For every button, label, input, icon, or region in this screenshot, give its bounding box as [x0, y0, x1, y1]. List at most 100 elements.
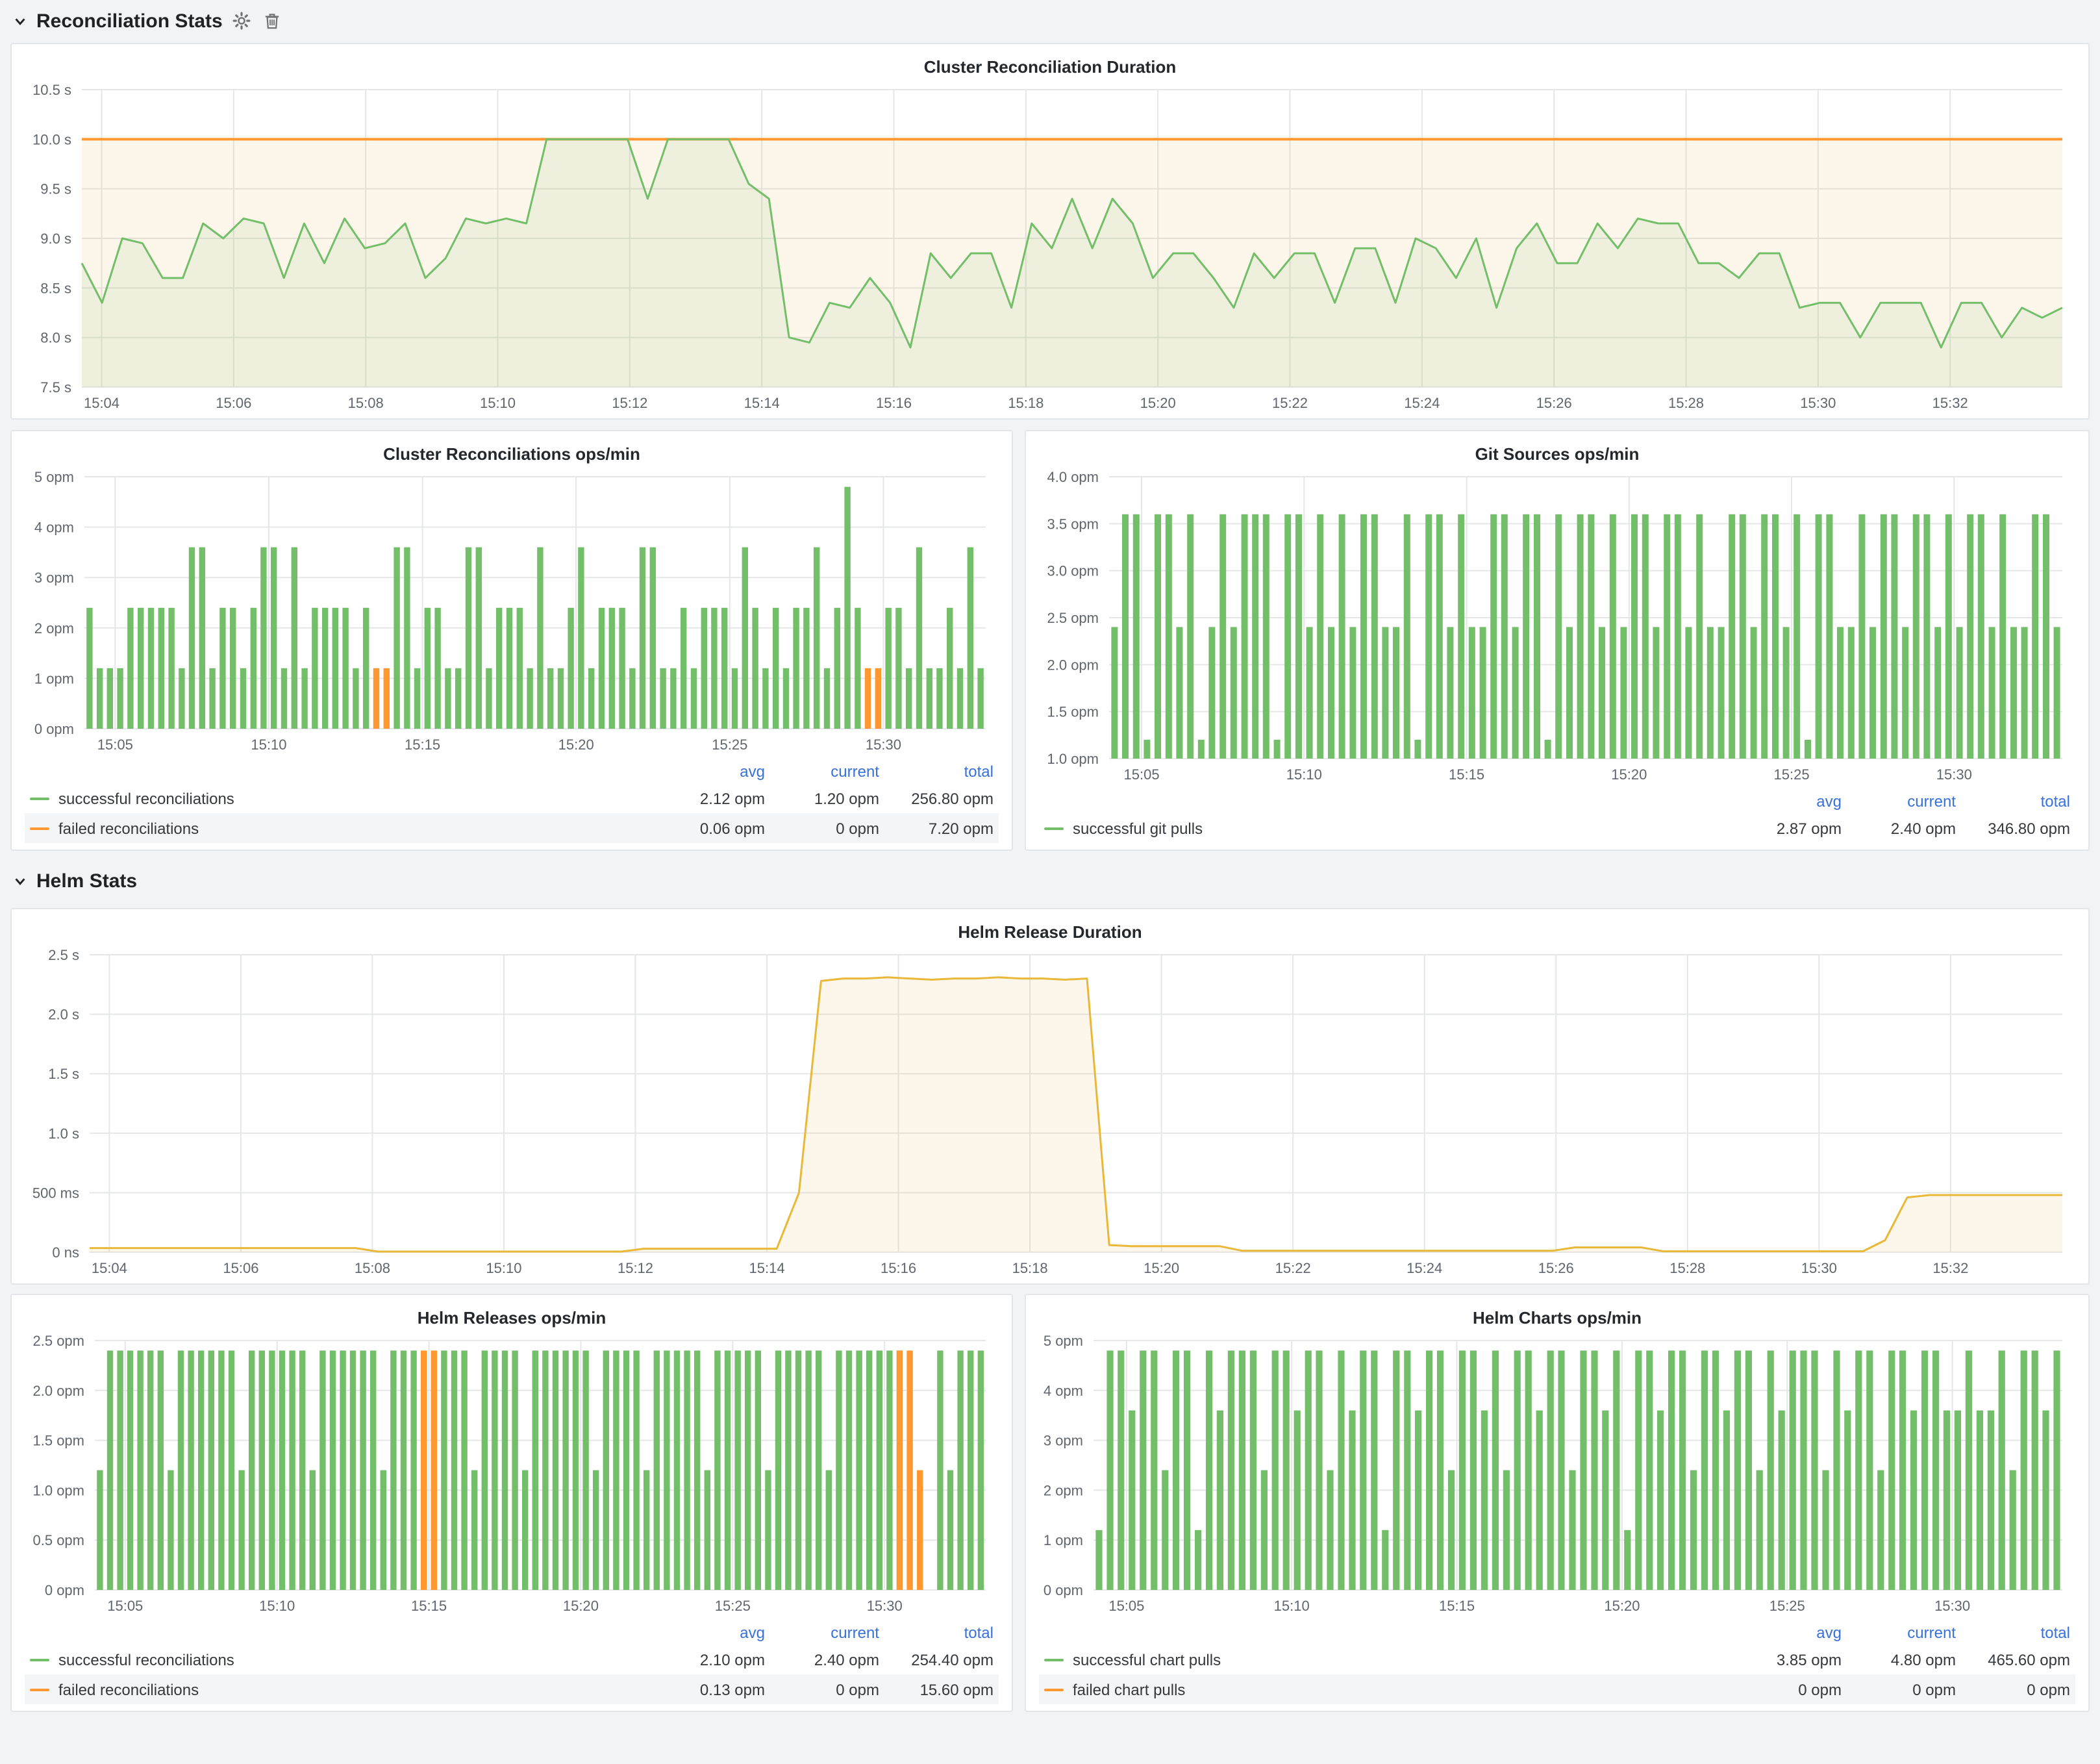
legend-label[interactable]: failed reconciliations	[30, 1680, 651, 1698]
legend-label[interactable]: successful reconciliations	[30, 1650, 651, 1669]
panel-title[interactable]: Helm Charts ops/min	[1036, 1300, 2078, 1330]
legend: avg current total successful reconciliat…	[22, 1619, 1001, 1708]
svg-text:0 opm: 0 opm	[34, 721, 74, 737]
svg-text:15:18: 15:18	[1008, 395, 1044, 411]
svg-text:3.0 opm: 3.0 opm	[1047, 563, 1099, 579]
svg-text:1.5 opm: 1.5 opm	[33, 1433, 85, 1449]
legend-avg-value: 3.85 opm	[1727, 1650, 1842, 1669]
helm-releases-bar-chart[interactable]: 0 opm0.5 opm1.0 opm1.5 opm2.0 opm2.5 opm…	[22, 1330, 1001, 1619]
legend: avg current total successful reconciliat…	[22, 757, 1001, 847]
chevron-down-icon[interactable]	[13, 14, 27, 28]
svg-text:2.0 opm: 2.0 opm	[1047, 657, 1099, 673]
legend-avg-value: 0.06 opm	[651, 819, 765, 837]
legend-total-value: 15.60 opm	[879, 1680, 994, 1698]
gear-icon[interactable]	[232, 10, 253, 31]
svg-text:2 opm: 2 opm	[34, 620, 74, 636]
svg-text:4.0 opm: 4.0 opm	[1047, 469, 1099, 485]
legend-label[interactable]: successful reconciliations	[30, 789, 651, 807]
legend-header-current[interactable]: current	[765, 1623, 879, 1641]
svg-text:4 opm: 4 opm	[34, 520, 74, 536]
legend-total-value: 0 opm	[1956, 1680, 2070, 1698]
svg-text:15:05: 15:05	[97, 737, 133, 753]
legend-label[interactable]: successful chart pulls	[1044, 1650, 1727, 1669]
panel-title[interactable]: Git Sources ops/min	[1036, 436, 2078, 466]
legend-label-text: successful reconciliations	[58, 1650, 234, 1669]
legend-header-total[interactable]: total	[879, 1623, 994, 1641]
legend-header-current[interactable]: current	[765, 762, 879, 780]
legend-header-current[interactable]: current	[1842, 1623, 1956, 1641]
legend-header-total[interactable]: total	[1956, 1623, 2070, 1641]
svg-text:15:24: 15:24	[1406, 1260, 1442, 1276]
git-sources-bar-chart[interactable]: 1.0 opm1.5 opm2.0 opm2.5 opm3.0 opm3.5 o…	[1036, 466, 2078, 787]
series-marker	[30, 1688, 49, 1691]
svg-text:15:22: 15:22	[1275, 1260, 1311, 1276]
legend-current-value: 2.40 opm	[765, 1650, 879, 1669]
svg-text:15:10: 15:10	[1274, 1598, 1310, 1614]
legend-current-value: 0 opm	[1842, 1680, 1956, 1698]
reconciliations-bar-chart[interactable]: 0 opm1 opm2 opm3 opm4 opm5 opm15:0515:10…	[22, 466, 1001, 757]
svg-text:15:04: 15:04	[92, 1260, 127, 1276]
svg-text:0 opm: 0 opm	[1044, 1582, 1083, 1598]
legend-row-failed-reconciliations: failed reconciliations 0.06 opm 0 opm 7.…	[25, 813, 999, 843]
section-title[interactable]: Reconciliation Stats	[36, 10, 223, 32]
svg-text:15:25: 15:25	[1774, 766, 1810, 783]
legend-avg-value: 0 opm	[1727, 1680, 1842, 1698]
dashboard: Reconciliation Stats Cluster Reconciliat…	[0, 0, 2100, 1764]
legend-header-avg[interactable]: avg	[651, 762, 765, 780]
svg-text:1.0 opm: 1.0 opm	[1047, 751, 1099, 767]
svg-text:1.0 opm: 1.0 opm	[33, 1482, 85, 1498]
legend-header-avg[interactable]: avg	[651, 1623, 765, 1641]
legend-header-total[interactable]: total	[1956, 792, 2070, 810]
chevron-down-icon[interactable]	[13, 874, 27, 888]
svg-text:9.0 s: 9.0 s	[40, 231, 71, 247]
legend-current-value: 2.40 opm	[1842, 819, 1956, 837]
legend-header-avg[interactable]: avg	[1727, 1623, 1842, 1641]
series-marker	[30, 827, 49, 829]
svg-text:0 opm: 0 opm	[45, 1582, 84, 1598]
panel-title[interactable]: Cluster Reconciliation Duration	[22, 49, 2078, 79]
svg-text:10.5 s: 10.5 s	[32, 82, 71, 98]
svg-text:2.0 s: 2.0 s	[48, 1007, 79, 1023]
panel-title[interactable]: Cluster Reconciliations ops/min	[22, 436, 1001, 466]
svg-text:15:20: 15:20	[558, 737, 594, 753]
svg-text:15:14: 15:14	[744, 395, 780, 411]
svg-text:15:25: 15:25	[1769, 1598, 1805, 1614]
trash-icon[interactable]	[262, 10, 282, 31]
svg-text:500 ms: 500 ms	[32, 1185, 79, 1201]
legend-current-value: 0 opm	[765, 1680, 879, 1698]
svg-text:15:20: 15:20	[1144, 1260, 1179, 1276]
legend-avg-value: 2.10 opm	[651, 1650, 765, 1669]
helm-charts-bar-chart[interactable]: 0 opm1 opm2 opm3 opm4 opm5 opm15:0515:10…	[1036, 1330, 2078, 1619]
svg-text:15:26: 15:26	[1536, 395, 1572, 411]
legend-avg-value: 2.87 opm	[1727, 819, 1842, 837]
series-marker	[1044, 827, 1064, 829]
legend-label[interactable]: failed reconciliations	[30, 819, 651, 837]
legend-label[interactable]: failed chart pulls	[1044, 1680, 1727, 1698]
legend-current-value: 0 opm	[765, 819, 879, 837]
section-title[interactable]: Helm Stats	[36, 870, 137, 892]
svg-text:15:30: 15:30	[867, 1598, 903, 1614]
svg-text:15:30: 15:30	[1936, 766, 1972, 783]
legend-header-avg[interactable]: avg	[1727, 792, 1842, 810]
svg-text:15:04: 15:04	[84, 395, 119, 411]
duration-line-chart[interactable]: 7.5 s8.0 s8.5 s9.0 s9.5 s10.0 s10.5 s15:…	[22, 79, 2078, 416]
svg-text:9.5 s: 9.5 s	[40, 181, 71, 197]
svg-text:8.0 s: 8.0 s	[40, 330, 71, 346]
svg-text:15:10: 15:10	[251, 737, 286, 753]
svg-text:15:30: 15:30	[866, 737, 901, 753]
helm-duration-line-chart[interactable]: 0 ns500 ms1.0 s1.5 s2.0 s2.5 s15:0415:06…	[22, 944, 2078, 1281]
panel-title[interactable]: Helm Releases ops/min	[22, 1300, 1001, 1330]
svg-text:15:05: 15:05	[1124, 766, 1160, 783]
svg-text:15:20: 15:20	[563, 1598, 599, 1614]
legend-header-current[interactable]: current	[1842, 792, 1956, 810]
svg-text:15:20: 15:20	[1611, 766, 1647, 783]
legend-header-total[interactable]: total	[879, 762, 994, 780]
svg-text:15:08: 15:08	[348, 395, 384, 411]
legend-label[interactable]: successful git pulls	[1044, 819, 1727, 837]
legend: avg current total successful git pulls 2…	[1036, 787, 2078, 847]
svg-text:15:28: 15:28	[1668, 395, 1704, 411]
legend-label-text: failed chart pulls	[1073, 1680, 1185, 1698]
svg-text:1 opm: 1 opm	[34, 670, 74, 687]
panel-title[interactable]: Helm Release Duration	[22, 914, 2078, 944]
legend-current-value: 4.80 opm	[1842, 1650, 1956, 1669]
